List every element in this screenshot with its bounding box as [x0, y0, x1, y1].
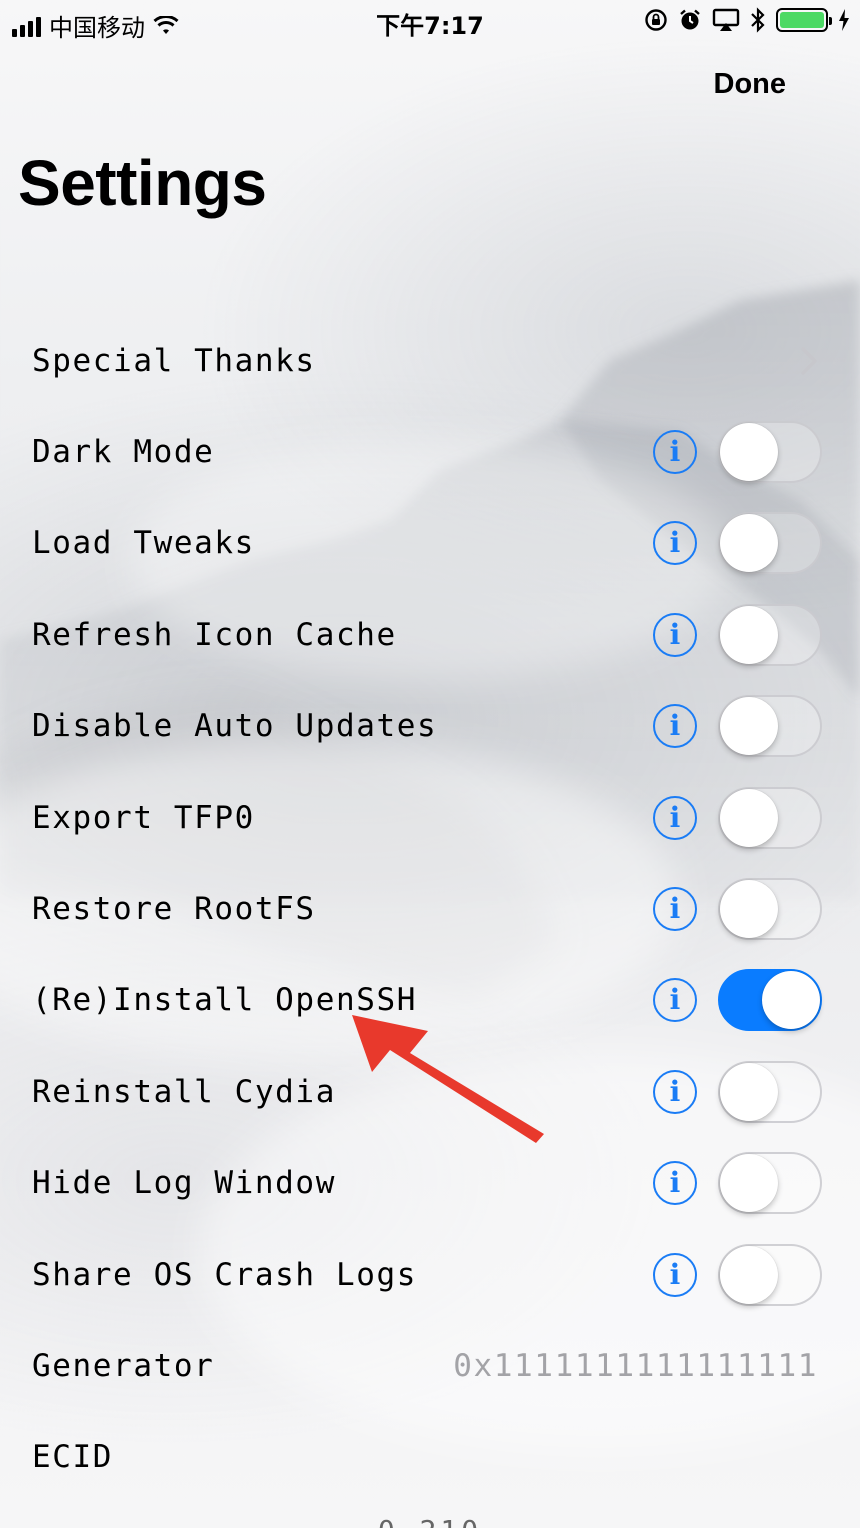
toggle-knob [762, 971, 820, 1030]
row-load-tweaks: Load Tweaks i [0, 498, 860, 589]
load-tweaks-toggle[interactable] [718, 512, 822, 575]
info-icon[interactable]: i [653, 521, 697, 566]
chevron-right-icon [801, 346, 817, 375]
row-label: Restore RootFS [32, 891, 316, 928]
row-restore-rootfs: Restore RootFS i [0, 863, 860, 954]
refresh-icon-cache-toggle[interactable] [718, 603, 822, 666]
toggle-knob [720, 788, 778, 847]
page-title: Settings [18, 147, 267, 219]
row-disable-auto-updates: Disable Auto Updates i [0, 681, 860, 772]
alarm-icon [680, 9, 700, 30]
generator-value-field[interactable]: 0x1111111111111111 [453, 1348, 818, 1384]
info-icon[interactable]: i [653, 1161, 697, 1206]
info-icon[interactable]: i [653, 795, 697, 840]
settings-list: Special Thanks Dark Mode i Load Tweaks i… [0, 315, 860, 1503]
info-icon[interactable]: i [653, 612, 697, 657]
dark-mode-toggle[interactable] [718, 421, 822, 484]
hide-log-window-toggle[interactable] [718, 1152, 822, 1215]
row-label: Generator [32, 1347, 215, 1384]
done-button[interactable]: Done [714, 68, 787, 101]
share-os-crash-logs-toggle[interactable] [718, 1243, 822, 1306]
toggle-knob [720, 1062, 778, 1121]
row-label: Disable Auto Updates [32, 708, 438, 745]
row-label: Dark Mode [32, 434, 215, 471]
row-label: Export TFP0 [32, 799, 255, 836]
row-dark-mode: Dark Mode i [0, 406, 860, 497]
toggle-knob [720, 514, 778, 573]
orientation-lock-icon [645, 9, 667, 31]
toggle-knob [720, 423, 778, 482]
info-icon[interactable]: i [653, 887, 697, 932]
row-label: Special Thanks [32, 342, 316, 379]
row-special-thanks[interactable]: Special Thanks [0, 315, 860, 406]
toggle-knob [720, 1245, 778, 1304]
row-ecid: ECID [0, 1412, 860, 1503]
row-generator[interactable]: Generator 0x1111111111111111 [0, 1320, 860, 1411]
info-icon[interactable]: i [653, 704, 697, 749]
info-icon[interactable]: i [653, 430, 697, 475]
charging-bolt-icon [839, 9, 849, 31]
reinstall-openssh-toggle[interactable] [718, 969, 822, 1032]
reinstall-cydia-toggle[interactable] [718, 1060, 822, 1123]
toggle-knob [720, 697, 778, 756]
row-label: (Re)Install OpenSSH [32, 982, 418, 1019]
row-label: Load Tweaks [32, 525, 255, 562]
toggle-knob [720, 880, 778, 939]
row-label: Refresh Icon Cache [32, 616, 397, 653]
restore-rootfs-toggle[interactable] [718, 878, 822, 941]
status-bar-right [644, 7, 850, 33]
row-hide-log-window: Hide Log Window i [0, 1138, 860, 1229]
row-reinstall-openssh: (Re)Install OpenSSH i [0, 955, 860, 1046]
row-reinstall-cydia: Reinstall Cydia i [0, 1046, 860, 1137]
row-label: Share OS Crash Logs [32, 1256, 418, 1293]
row-label: Hide Log Window [32, 1165, 336, 1202]
bluetooth-icon [751, 7, 765, 33]
footer-version-text: 0 210 [0, 1514, 860, 1528]
airplay-icon [712, 8, 740, 31]
row-export-tfp0: Export TFP0 i [0, 772, 860, 863]
status-bar: 中国移动 下午7:17 [0, 0, 860, 44]
battery-icon [776, 8, 832, 32]
row-share-os-crash-logs: Share OS Crash Logs i [0, 1229, 860, 1320]
info-icon[interactable]: i [653, 978, 697, 1023]
toggle-knob [720, 1154, 778, 1213]
toggle-knob [720, 605, 778, 664]
row-refresh-icon-cache: Refresh Icon Cache i [0, 589, 860, 680]
row-label: ECID [32, 1439, 114, 1476]
disable-auto-updates-toggle[interactable] [718, 695, 822, 758]
export-tfp0-toggle[interactable] [718, 786, 822, 849]
info-icon[interactable]: i [653, 1069, 697, 1114]
info-icon[interactable]: i [653, 1252, 697, 1297]
row-label: Reinstall Cydia [32, 1073, 336, 1110]
